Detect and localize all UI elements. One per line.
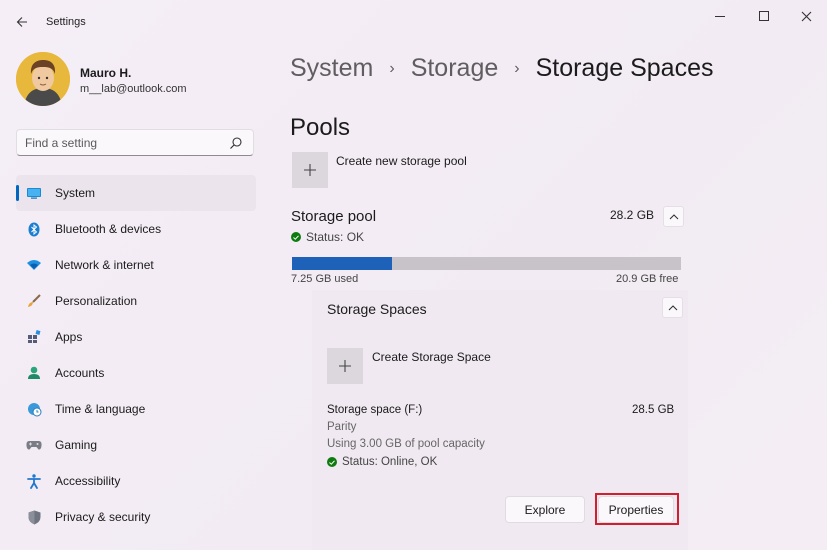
- sidebar-item-label: Accounts: [55, 366, 105, 380]
- pool-status-text: Status: OK: [306, 230, 365, 244]
- maximize-button[interactable]: [744, 6, 784, 26]
- sidebar-nav: System Bluetooth & devices Network & int…: [16, 175, 256, 535]
- space-size: 28.5 GB: [632, 404, 675, 416]
- app-title: Settings: [46, 16, 86, 28]
- search-icon[interactable]: [229, 136, 243, 150]
- sidebar-item-privacy[interactable]: Privacy & security: [16, 499, 256, 535]
- sidebar-item-label: Gaming: [55, 438, 98, 452]
- pool-usage-fill: [292, 257, 392, 270]
- shield-icon: [26, 509, 42, 525]
- create-space-link[interactable]: Create Storage Space: [372, 350, 491, 364]
- create-space-button[interactable]: [327, 348, 363, 384]
- pool-usage-bar: [292, 257, 681, 270]
- bluetooth-icon: [26, 221, 42, 237]
- wifi-icon: [26, 257, 42, 273]
- close-button[interactable]: [786, 6, 826, 26]
- sidebar-item-label: Bluetooth & devices: [55, 222, 162, 236]
- arrow-left-icon: [16, 17, 27, 27]
- plus-icon: [304, 164, 316, 176]
- accessibility-icon: [26, 473, 42, 489]
- settings-window: Settings Mauro H. m__lab@outlook.com Fin…: [0, 0, 827, 550]
- explore-button[interactable]: Explore: [505, 496, 585, 523]
- sidebar-item-label: Personalization: [55, 294, 138, 308]
- sidebar-item-accounts[interactable]: Accounts: [16, 355, 256, 391]
- search-box[interactable]: [16, 129, 254, 156]
- globe-clock-icon: [26, 401, 42, 417]
- sidebar-item-bluetooth[interactable]: Bluetooth & devices: [16, 211, 256, 247]
- pools-heading: Pools: [290, 114, 351, 141]
- chevron-right-icon: ›: [389, 59, 395, 77]
- avatar-image: [16, 52, 70, 106]
- back-button[interactable]: [10, 10, 34, 34]
- space-status-text: Status: Online, OK: [342, 456, 438, 468]
- page-title: Storage Spaces: [535, 54, 714, 82]
- space-name: Storage space (F:): [327, 404, 423, 416]
- maximize-icon: [759, 11, 769, 21]
- user-email: m__lab@outlook.com: [80, 83, 187, 95]
- sidebar-item-time-language[interactable]: Time & language: [16, 391, 256, 427]
- sidebar-item-gaming[interactable]: Gaming: [16, 427, 256, 463]
- apps-icon: [26, 329, 42, 345]
- gamepad-icon: [26, 437, 42, 453]
- breadcrumb-storage[interactable]: Storage: [411, 54, 499, 83]
- sidebar-item-system[interactable]: System: [16, 175, 256, 211]
- highlight-box: [595, 493, 679, 525]
- pool-free-label: 20.9 GB free: [616, 273, 679, 285]
- sidebar-item-label: Network & internet: [55, 258, 154, 272]
- breadcrumb-system[interactable]: System: [290, 54, 373, 83]
- pool-name: Storage pool: [291, 208, 377, 225]
- pool-size: 28.2 GB: [610, 208, 655, 222]
- space-type: Parity: [327, 421, 357, 433]
- storage-spaces-heading: Storage Spaces: [327, 301, 427, 317]
- sidebar-item-label: Apps: [55, 330, 83, 344]
- plus-icon: [339, 360, 351, 372]
- avatar[interactable]: [16, 52, 70, 106]
- sidebar-item-label: System: [55, 186, 96, 200]
- sidebar-item-apps[interactable]: Apps: [16, 319, 256, 355]
- minimize-icon: [715, 15, 725, 17]
- brush-icon: [26, 293, 42, 309]
- minimize-button[interactable]: [700, 6, 740, 26]
- sidebar-item-accessibility[interactable]: Accessibility: [16, 463, 256, 499]
- space-usage: Using 3.00 GB of pool capacity: [327, 438, 485, 450]
- sidebar-item-label: Privacy & security: [55, 510, 151, 524]
- pool-collapse-button[interactable]: [663, 206, 684, 227]
- close-icon: [801, 11, 811, 21]
- user-name: Mauro H.: [80, 66, 132, 80]
- sidebar-item-label: Time & language: [55, 402, 146, 416]
- title-bar: Settings: [0, 0, 827, 44]
- search-input[interactable]: [25, 135, 225, 151]
- chevron-right-icon: ›: [514, 59, 520, 77]
- spaces-collapse-button[interactable]: [662, 297, 683, 318]
- create-pool-button[interactable]: [292, 152, 328, 188]
- check-circle-icon: [291, 232, 301, 242]
- pool-used-label: 7.25 GB used: [291, 273, 359, 285]
- sidebar-item-personalization[interactable]: Personalization: [16, 283, 256, 319]
- pool-status: Status: OK: [291, 230, 364, 244]
- sidebar-item-network[interactable]: Network & internet: [16, 247, 256, 283]
- create-pool-link[interactable]: Create new storage pool: [336, 154, 467, 168]
- space-status: Status: Online, OK: [327, 456, 437, 468]
- person-icon: [26, 365, 42, 381]
- check-circle-icon: [327, 457, 337, 467]
- breadcrumb: System › Storage › Storage Spaces: [290, 54, 713, 83]
- monitor-icon: [26, 185, 42, 201]
- sidebar-item-label: Accessibility: [55, 474, 121, 488]
- chevron-up-icon: [669, 213, 678, 219]
- chevron-up-icon: [668, 304, 677, 310]
